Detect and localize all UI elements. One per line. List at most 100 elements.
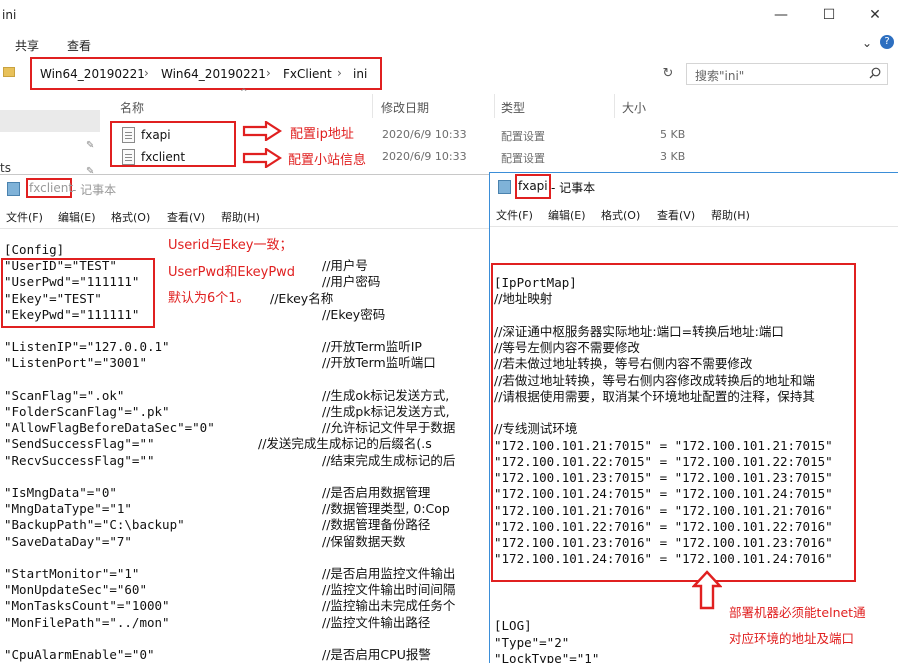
code-comment: //数据管理备份路径 (322, 517, 431, 533)
file-size: 5 KB (660, 128, 686, 141)
file-type: 配置设置 (501, 152, 545, 165)
code-comment: //结束完成生成标记的后 (322, 452, 456, 468)
code-line: "SaveDataDay"="7" (4, 533, 132, 549)
code-line: "Type"="2" (494, 634, 570, 650)
column-header-modified[interactable]: 修改日期 (381, 99, 429, 116)
breadcrumb-item[interactable]: FxClient (283, 67, 332, 81)
code-comment: //保留数据天数 (322, 533, 406, 549)
right-arrow-icon (242, 121, 282, 141)
menu-file[interactable]: 文件(F) (496, 207, 533, 223)
maximize-button[interactable]: ☐ (806, 0, 852, 30)
code-line: "MngDataType"="1" (4, 501, 132, 517)
notepad-app-name: - 记事本 (551, 181, 596, 195)
column-divider[interactable] (372, 94, 373, 118)
menu-view[interactable]: 查看(V) (657, 207, 695, 223)
code-comment: //Ekey名称 (270, 290, 334, 306)
refresh-icon[interactable]: ↻ (660, 66, 676, 82)
tab-view[interactable]: 查看 (67, 37, 91, 54)
up-arrow-icon (692, 570, 722, 610)
notepad-titlebar: fxclient - 记事本 (0, 175, 489, 201)
code-line: "LockType"="1" (494, 650, 600, 663)
breadcrumb-separator-icon: › (266, 66, 271, 80)
file-modified: 2020/6/9 10:33 (382, 128, 467, 141)
code-line: "MonTasksCount"="1000" (4, 598, 170, 614)
code-comment: //数据管理类型, 0:Cop (322, 501, 450, 517)
code-comment: //发送完成生成标记的后缀名(.s (258, 436, 432, 452)
help-icon[interactable]: ? (880, 35, 894, 49)
menu-help[interactable]: 帮助(H) (711, 207, 750, 223)
column-divider[interactable] (614, 94, 615, 118)
nav-pane-selected-item[interactable] (0, 110, 100, 132)
file-size: 3 KB (660, 150, 686, 163)
column-divider[interactable] (494, 94, 495, 118)
code-comment: //开放Term监听IP (322, 339, 422, 355)
menu-view[interactable]: 查看(V) (167, 209, 205, 225)
minimize-button[interactable]: — (758, 0, 804, 30)
code-line: "RecvSuccessFlag"="" (4, 452, 155, 468)
menu-edit[interactable]: 编辑(E) (548, 207, 586, 223)
credentials-highlight-box (1, 258, 155, 328)
breadcrumb[interactable]: Win64_20190221 › Win64_20190221 › FxClie… (30, 57, 382, 90)
notepad-app-name: - 记事本 (72, 183, 117, 197)
annotation-fxapi: 配置ip地址 (290, 127, 354, 142)
nav-pane-item-label[interactable]: ts (0, 161, 11, 175)
annotation-telnet: 对应环境的地址及端口 (729, 631, 855, 646)
column-header-name[interactable]: 名称 (120, 99, 144, 116)
window-title: ini (2, 8, 17, 22)
code-line: [LOG] (494, 618, 532, 634)
notepad-titlebar: fxapi - 记事本 (490, 173, 898, 199)
annotation-credentials: UserPwd和EkeyPwd (168, 261, 296, 280)
notepad-icon (498, 180, 511, 194)
search-placeholder: 搜索"ini" (695, 69, 745, 83)
notepad-text-area[interactable]: [Config] "UserID"="TEST" "UserPwd"="111111… (0, 228, 489, 663)
folder-icon (3, 67, 15, 77)
column-header-type[interactable]: 类型 (501, 99, 525, 116)
file-explorer-window: ini — ☐ ✕ 共享 查看 ⌄ ? Win64_20190221 › Win… (0, 0, 898, 180)
explorer-titlebar: ini — ☐ ✕ (0, 0, 898, 32)
code-line: "MonFilePath"="../mon" (4, 614, 170, 630)
file-modified: 2020/6/9 10:33 (382, 150, 467, 163)
code-line: "StartMonitor"="1" (4, 566, 140, 581)
ribbon-tabs: 共享 查看 ⌄ ? (0, 32, 898, 56)
code-line: "ScanFlag"=".ok" (4, 387, 125, 403)
code-comment: //监控输出未完成任务个 (322, 598, 456, 614)
breadcrumb-item[interactable]: Win64_20190221 (161, 67, 266, 81)
code-comment: //用户密码 (322, 274, 381, 290)
code-comment: //用户号 (322, 258, 368, 274)
pin-icon: ✎ (86, 140, 95, 151)
menu-file[interactable]: 文件(F) (6, 209, 43, 225)
code-line: "FolderScanFlag"=".pk" (4, 404, 170, 419)
notepad-icon (7, 182, 20, 196)
files-highlight-box (110, 121, 236, 167)
breadcrumb-item[interactable]: Win64_20190221 (40, 67, 145, 81)
breadcrumb-separator-icon: › (144, 66, 149, 80)
annotation-credentials: Userid与Ekey一致； (168, 234, 293, 253)
ipportmap-highlight-box (491, 263, 856, 582)
close-button[interactable]: ✕ (852, 0, 898, 30)
right-arrow-icon (242, 148, 282, 168)
file-type: 配置设置 (501, 130, 545, 143)
chevron-down-icon[interactable]: ⌄ (862, 36, 872, 50)
code-line: "SendSuccessFlag"="" (4, 436, 155, 452)
menu-format[interactable]: 格式(O) (601, 207, 640, 223)
menu-edit[interactable]: 编辑(E) (58, 209, 96, 225)
code-line: "IsMngData"="0" (4, 485, 117, 500)
code-line: [Config] (4, 242, 65, 257)
menu-help[interactable]: 帮助(H) (221, 209, 260, 225)
tab-share[interactable]: 共享 (15, 37, 39, 54)
code-comment: //允许标记文件早于数据 (322, 420, 456, 436)
search-input[interactable]: 搜索"ini" (686, 63, 888, 85)
menu-format[interactable]: 格式(O) (111, 209, 150, 225)
annotation-telnet: 部署机器必须能telnet通 (729, 605, 866, 620)
code-comment: //监控文件输出路径 (322, 614, 431, 630)
breadcrumb-separator-icon: › (337, 66, 342, 80)
code-comment: //生成pk标记发送方式, (322, 404, 450, 419)
code-comment: //Ekey密码 (322, 306, 386, 322)
column-header-size[interactable]: 大小 (622, 99, 646, 116)
code-line: "MonUpdateSec"="60" (4, 582, 147, 598)
annotation-fxclient: 配置小站信息 (288, 153, 367, 168)
code-line: "CpuAlarmEnable"="0" (4, 647, 155, 662)
search-icon[interactable] (869, 67, 881, 79)
code-line: "BackupPath"="C:\backup" (4, 517, 185, 533)
breadcrumb-item[interactable]: ini (353, 67, 367, 81)
